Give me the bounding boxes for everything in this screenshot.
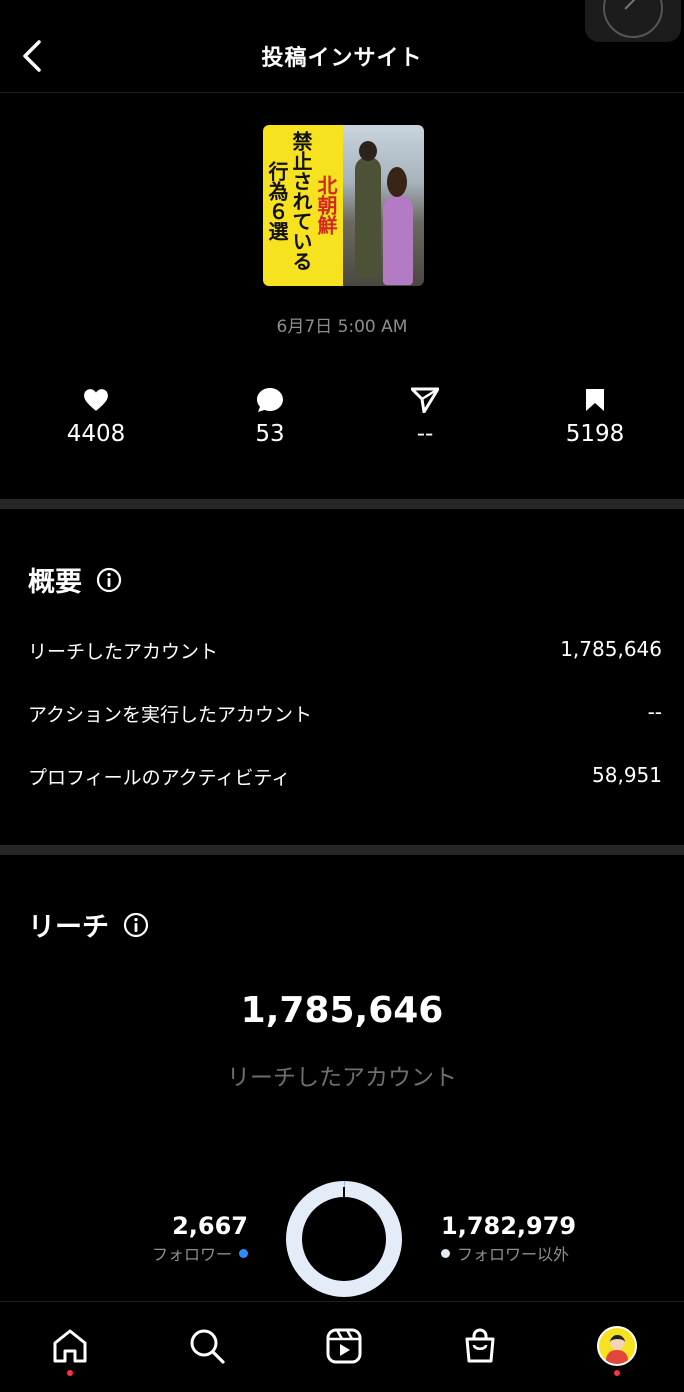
- overview-row-reached[interactable]: リーチしたアカウント 1,785,646: [28, 637, 662, 664]
- send-icon: [411, 387, 439, 413]
- header: 投稿インサイト: [0, 0, 684, 93]
- stats-row: 4408 53 -- 5198: [0, 385, 684, 455]
- post-insights-screen: 投稿インサイト 北朝鮮 禁止されている 行為６選 6月7日 5:00 AM 44…: [0, 0, 684, 1392]
- thumbnail-text-line2: 行為６選: [265, 161, 289, 241]
- photo-figure-man: [355, 157, 381, 277]
- comment-icon: [257, 388, 283, 412]
- row-value: 1,785,646: [560, 637, 662, 661]
- post-thumbnail[interactable]: 北朝鮮 禁止されている 行為６選: [263, 125, 424, 286]
- shares-stat: --: [365, 385, 485, 447]
- floating-edit-button[interactable]: [585, 0, 681, 42]
- notification-dot: [614, 1370, 620, 1376]
- notification-dot: [67, 1370, 73, 1376]
- reach-total: 1,785,646: [240, 990, 444, 1031]
- nav-reels[interactable]: [320, 1322, 368, 1370]
- reels-icon: [326, 1328, 362, 1364]
- likes-stat: 4408: [36, 385, 156, 447]
- photo-figure-woman: [383, 195, 413, 285]
- nav-profile[interactable]: [593, 1322, 641, 1376]
- row-label: アクションを実行したアカウント: [28, 704, 313, 726]
- nav-search[interactable]: [183, 1322, 231, 1370]
- reach-title: リーチ: [28, 912, 109, 943]
- search-icon: [190, 1329, 225, 1364]
- donut-non-follower-arc: [286, 1181, 402, 1297]
- thumbnail-photo: [343, 125, 424, 286]
- overview-row-engaged[interactable]: アクションを実行したアカウント --: [28, 700, 662, 727]
- saves-stat: 5198: [535, 385, 655, 447]
- avatar: [597, 1326, 637, 1366]
- non-followers-label: フォロワー以外: [457, 1245, 570, 1264]
- bottom-navigation: [0, 1301, 684, 1392]
- row-label: プロフィールのアクティビティ: [28, 767, 291, 789]
- row-value: 58,951: [592, 763, 662, 787]
- info-icon[interactable]: [123, 912, 149, 938]
- shares-count: --: [416, 421, 434, 447]
- row-label: リーチしたアカウント: [28, 641, 219, 663]
- nav-home[interactable]: [46, 1322, 94, 1376]
- info-icon[interactable]: [96, 567, 122, 593]
- comments-count: 53: [255, 421, 285, 447]
- comments-stat: 53: [210, 385, 330, 447]
- followers-count: 2,667: [172, 1212, 248, 1240]
- overview-row-profile-activity[interactable]: プロフィールのアクティビティ 58,951: [28, 763, 662, 790]
- reach-heading: リーチ: [28, 905, 149, 944]
- non-followers-count: 1,782,979: [441, 1212, 577, 1240]
- follower-color-dot: [239, 1248, 248, 1258]
- non-followers-legend: 1,782,979 フォロワー以外: [441, 1212, 576, 1265]
- overview-title: 概要: [28, 567, 82, 598]
- heart-icon: [84, 389, 108, 411]
- photo-figure-woman-head: [387, 167, 407, 197]
- saves-count: 5198: [565, 421, 625, 447]
- shop-icon: [465, 1328, 495, 1363]
- non-follower-color-dot: [441, 1248, 450, 1258]
- section-divider: [0, 845, 684, 855]
- photo-figure-man-head: [359, 141, 377, 161]
- thumbnail-text-red: 北朝鮮: [314, 175, 338, 235]
- reach-donut-chart: [286, 1181, 402, 1297]
- thumbnail-text-line1: 禁止されている: [289, 131, 313, 271]
- reach-total-label: リーチしたアカウント: [227, 1065, 457, 1091]
- nav-shop[interactable]: [456, 1322, 504, 1370]
- bookmark-icon: [586, 389, 604, 411]
- followers-legend: 2,667 フォロワー: [152, 1212, 248, 1265]
- page-title: 投稿インサイト: [261, 46, 423, 71]
- thumbnail-text-panel: 北朝鮮 禁止されている 行為６選: [263, 125, 343, 286]
- row-value: --: [647, 700, 662, 724]
- followers-label: フォロワー: [151, 1245, 232, 1264]
- overview-heading: 概要: [28, 560, 122, 599]
- pencil-icon: [603, 0, 663, 38]
- home-icon: [53, 1329, 87, 1363]
- likes-count: 4408: [66, 421, 126, 447]
- post-date: 6月7日 5:00 AM: [276, 317, 408, 337]
- section-divider: [0, 499, 684, 509]
